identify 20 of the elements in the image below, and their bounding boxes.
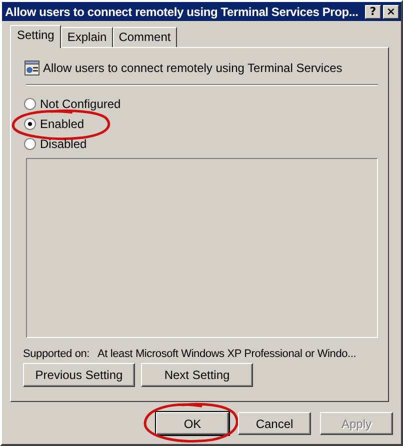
policy-name: Allow users to connect remotely using Terminal Services — [43, 61, 342, 75]
dialog-button[interactable]: OK — [156, 412, 229, 435]
radio-button[interactable] — [24, 98, 36, 110]
dialog-button[interactable]: Cancel — [238, 412, 311, 435]
policy-icon — [24, 60, 40, 76]
tab[interactable]: Explain — [61, 27, 113, 47]
supported-on-value: At least Microsoft Windows XP Professional or Windo... — [98, 348, 356, 360]
option-label[interactable]: Disabled — [40, 137, 87, 151]
option-label[interactable]: Enabled — [40, 117, 84, 131]
supported-on-label: Supported on: — [23, 348, 90, 360]
tab[interactable]: Setting — [10, 25, 62, 48]
radio-button[interactable] — [24, 138, 36, 150]
tab[interactable]: Comment — [112, 27, 177, 47]
radio-button[interactable] — [24, 118, 36, 130]
option-label[interactable]: Not Configured — [40, 97, 121, 111]
help-button[interactable]: ? — [365, 4, 381, 18]
window-title: Allow users to connect remotely using Terminal Services Prop... — [5, 4, 360, 18]
next-setting-button[interactable]: Next Setting — [141, 363, 253, 387]
close-button[interactable]: × — [383, 4, 399, 18]
previous-setting-button[interactable]: Previous Setting — [23, 363, 135, 387]
